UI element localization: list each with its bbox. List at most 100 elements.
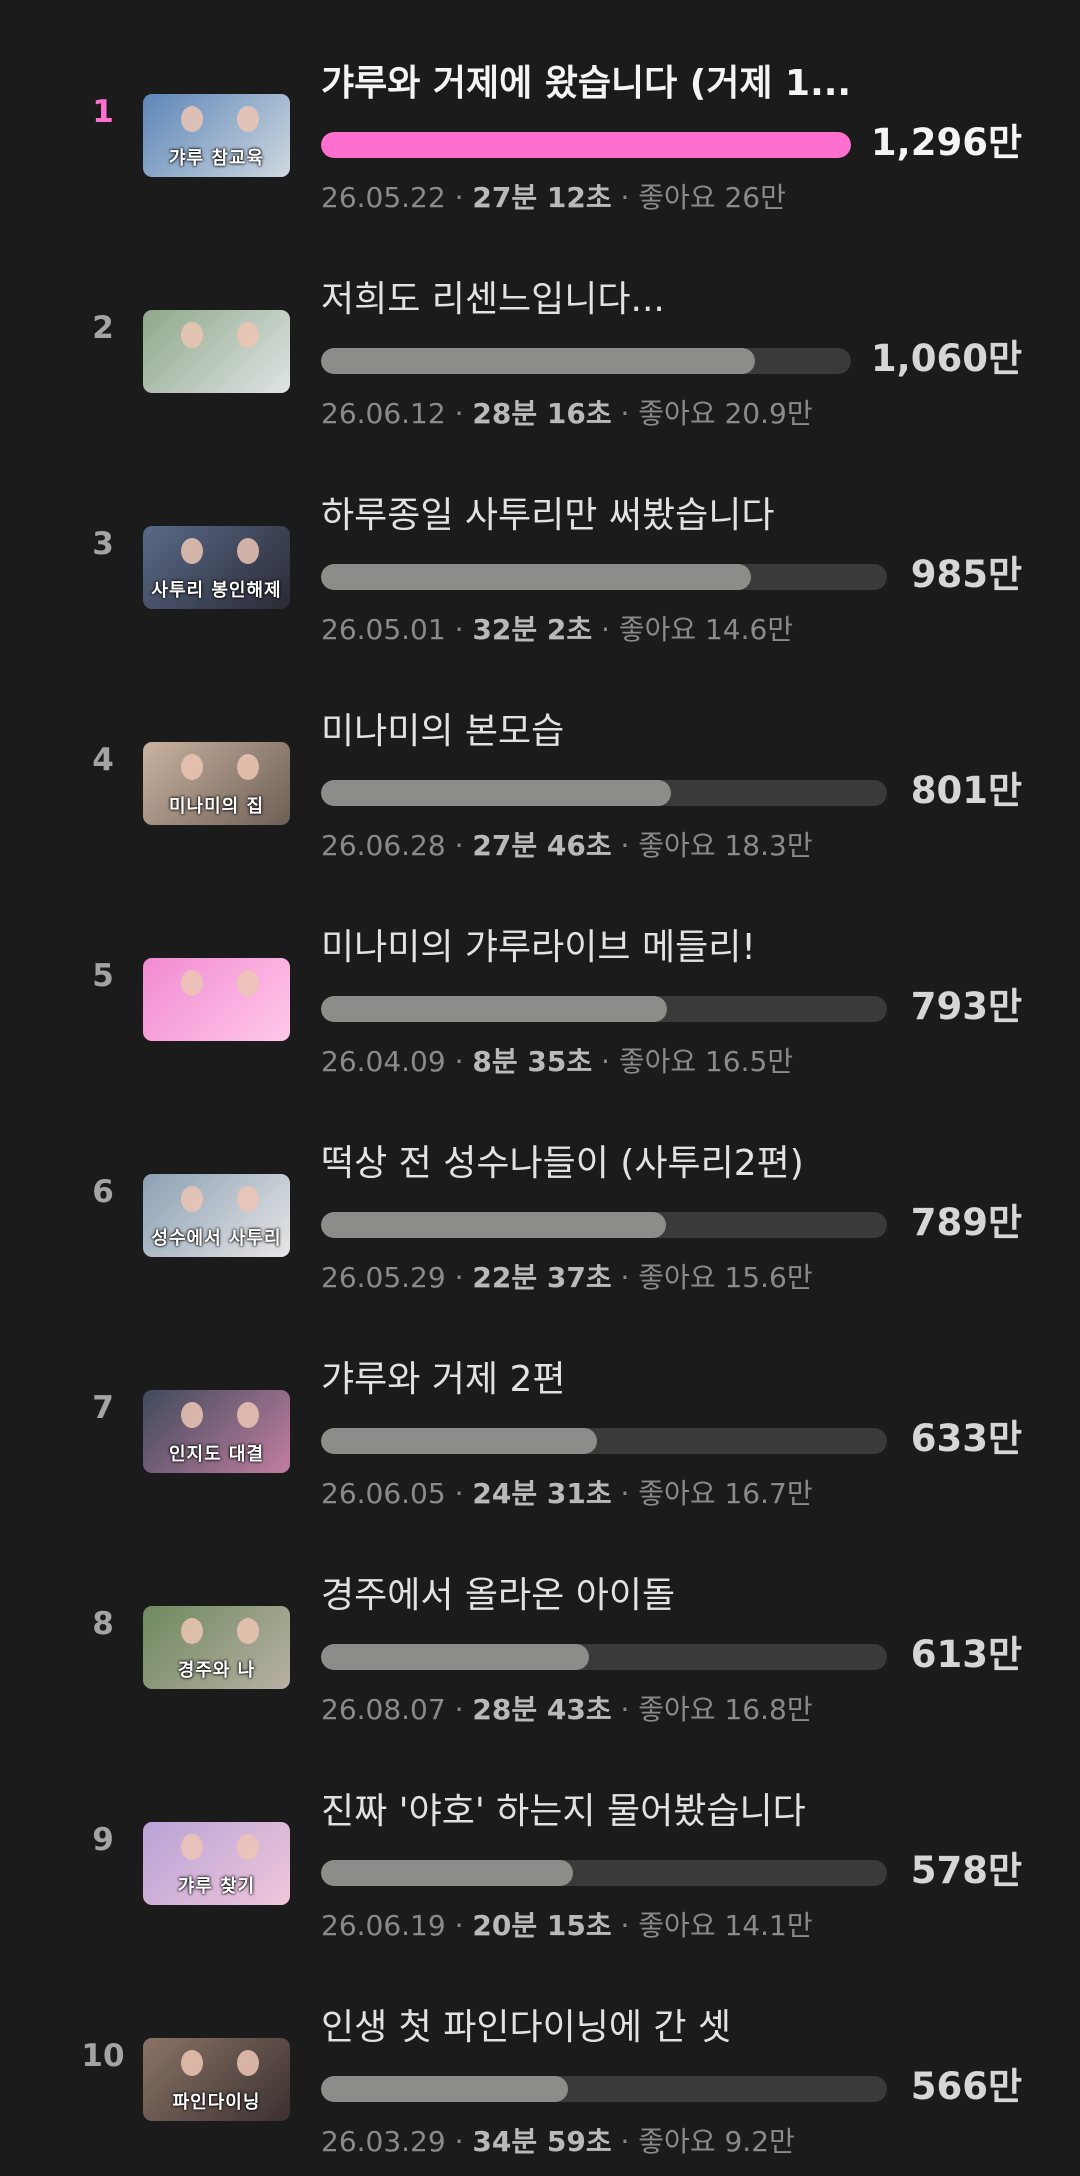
- thumbnail-face: [237, 1402, 259, 1428]
- video-thumbnail[interactable]: [143, 310, 290, 393]
- views-bar: [321, 780, 887, 806]
- view-count: 566만: [910, 2065, 1022, 2108]
- video-meta: 26.06.28 · 27분 46초 · 좋아요 18.3만: [321, 824, 813, 864]
- separator: ·: [592, 1045, 619, 1078]
- thumbnail-face: [237, 970, 259, 996]
- views-bar-fill: [321, 1860, 574, 1886]
- list-item[interactable]: 10 파인다이닝 인생 첫 파인다이닝에 간 셋 26.03.29 · 34분 59초…: [0, 1958, 1080, 2158]
- thumbnail-caption: 파인다이닝: [172, 2092, 261, 2113]
- upload-date: 26.06.12: [321, 397, 446, 430]
- separator: ·: [445, 397, 473, 430]
- thumbnail-face: [237, 538, 259, 564]
- list-item[interactable]: 7 인지도 대결 갸루와 거제 2편 26.06.05 · 24분 31초 · 좋아요…: [0, 1310, 1080, 1510]
- views-bar-fill: [321, 564, 752, 590]
- separator: ·: [592, 613, 619, 646]
- video-thumbnail[interactable]: 인지도 대결: [143, 1390, 290, 1473]
- upload-date: 26.04.09: [321, 1045, 446, 1078]
- like-count: 좋아요 14.1만: [638, 1909, 813, 1942]
- video-duration: 28분 16초: [472, 397, 612, 430]
- view-count: 793만: [910, 985, 1022, 1028]
- list-item[interactable]: 9 갸루 찾기 진짜 '야호' 하는지 물어봤습니다 26.06.19 · 20분 1…: [0, 1742, 1080, 1942]
- video-thumbnail[interactable]: 갸루 찾기: [143, 1822, 290, 1905]
- video-title[interactable]: 미나미의 갸루라이브 메들리!: [321, 924, 861, 972]
- list-item[interactable]: 5 미나미의 갸루라이브 메들리! 26.04.09 · 8분 35초 · 좋아요 …: [0, 878, 1080, 1078]
- upload-date: 26.08.07: [321, 1693, 446, 1726]
- separator: ·: [611, 829, 639, 862]
- video-title[interactable]: 경주에서 올라온 아이돌: [321, 1572, 861, 1620]
- thumbnail-face: [237, 1186, 259, 1212]
- upload-date: 26.03.29: [321, 2125, 446, 2158]
- list-item[interactable]: 3 사투리 봉인해제 하루종일 사투리만 써봤습니다 26.05.01 · 32분 2…: [0, 446, 1080, 646]
- list-item[interactable]: 4 미나미의 집 미나미의 본모습 26.06.28 · 27분 46초 · 좋아요 …: [0, 662, 1080, 862]
- list-item[interactable]: 2 저희도 리센느입니다... 26.06.12 · 28분 16초 · 좋아요 2…: [0, 230, 1080, 430]
- views-bar: [321, 1644, 887, 1670]
- upload-date: 26.05.29: [321, 1261, 446, 1294]
- thumbnail-face: [237, 1618, 259, 1644]
- rank-number: 1: [92, 94, 114, 130]
- views-bar-fill: [321, 996, 668, 1022]
- video-duration: 22분 37초: [472, 1261, 612, 1294]
- separator: ·: [445, 1693, 473, 1726]
- thumbnail-face: [237, 322, 259, 348]
- views-bar: [321, 348, 851, 374]
- list-item[interactable]: 6 성수에서 사투리 떡상 전 성수나들이 (사투리2편) 26.05.29 · 22…: [0, 1094, 1080, 1294]
- video-title[interactable]: 갸루와 거제에 왔습니다 (거제 1...: [321, 60, 861, 108]
- list-item[interactable]: 1 갸루 참교육 갸루와 거제에 왔습니다 (거제 1... 26.05.22 · 2…: [0, 14, 1080, 214]
- list-item[interactable]: 8 경주와 나 경주에서 올라온 아이돌 26.08.07 · 28분 43초 · 좋…: [0, 1526, 1080, 1726]
- video-thumbnail[interactable]: [143, 958, 290, 1041]
- video-title[interactable]: 하루종일 사투리만 써봤습니다: [321, 492, 861, 540]
- thumbnail-face: [181, 754, 203, 780]
- views-bar-fill: [321, 1428, 598, 1454]
- rank-number: 6: [92, 1174, 114, 1210]
- video-thumbnail[interactable]: 사투리 봉인해제: [143, 526, 290, 609]
- view-count: 801만: [910, 769, 1022, 812]
- video-title[interactable]: 갸루와 거제 2편: [321, 1356, 861, 1404]
- video-meta: 26.06.19 · 20분 15초 · 좋아요 14.1만: [321, 1904, 813, 1944]
- thumbnail-face: [237, 106, 259, 132]
- video-thumbnail[interactable]: 갸루 참교육: [143, 94, 290, 177]
- thumbnail-caption: 갸루 찾기: [177, 1876, 256, 1897]
- separator: ·: [445, 829, 473, 862]
- like-count: 좋아요 16.8만: [638, 1693, 813, 1726]
- like-count: 좋아요 15.6만: [638, 1261, 813, 1294]
- thumbnail-caption: 인지도 대결: [168, 1444, 265, 1465]
- like-count: 좋아요 20.9만: [638, 397, 813, 430]
- like-count: 좋아요 16.5만: [618, 1045, 794, 1078]
- separator: ·: [611, 1909, 639, 1942]
- thumbnail-face: [237, 2050, 259, 2076]
- view-count: 789만: [910, 1201, 1022, 1244]
- video-thumbnail[interactable]: 경주와 나: [143, 1606, 290, 1689]
- video-title[interactable]: 저희도 리센느입니다...: [321, 276, 861, 324]
- rank-number: 3: [92, 526, 114, 562]
- separator: ·: [611, 181, 639, 214]
- video-title[interactable]: 미나미의 본모습: [321, 708, 861, 756]
- video-title[interactable]: 진짜 '야호' 하는지 물어봤습니다: [321, 1788, 861, 1836]
- upload-date: 26.05.01: [321, 613, 446, 646]
- thumbnail-face: [181, 1618, 203, 1644]
- views-bar: [321, 1860, 887, 1886]
- video-thumbnail[interactable]: 성수에서 사투리: [143, 1174, 290, 1257]
- video-duration: 34분 59초: [472, 2125, 612, 2158]
- separator: ·: [611, 2125, 639, 2158]
- thumbnail-face: [181, 1402, 203, 1428]
- thumbnail-face: [181, 1186, 203, 1212]
- video-duration: 24분 31초: [472, 1477, 612, 1510]
- separator: ·: [445, 181, 473, 214]
- views-bar: [321, 564, 887, 590]
- video-title[interactable]: 인생 첫 파인다이닝에 간 셋: [321, 2004, 861, 2052]
- thumbnail-face: [181, 322, 203, 348]
- views-bar: [321, 1428, 887, 1454]
- video-thumbnail[interactable]: 미나미의 집: [143, 742, 290, 825]
- views-bar: [321, 996, 887, 1022]
- video-title[interactable]: 떡상 전 성수나들이 (사투리2편): [321, 1140, 861, 1188]
- rank-number: 7: [92, 1390, 114, 1426]
- views-bar: [321, 132, 851, 158]
- thumbnail-face: [181, 1834, 203, 1860]
- thumbnail-face: [237, 754, 259, 780]
- video-duration: 28분 43초: [472, 1693, 612, 1726]
- rank-number: 5: [92, 958, 114, 994]
- video-thumbnail[interactable]: 파인다이닝: [143, 2038, 290, 2121]
- separator: ·: [611, 1477, 639, 1510]
- like-count: 좋아요 26만: [638, 181, 786, 214]
- views-bar-fill: [321, 348, 755, 374]
